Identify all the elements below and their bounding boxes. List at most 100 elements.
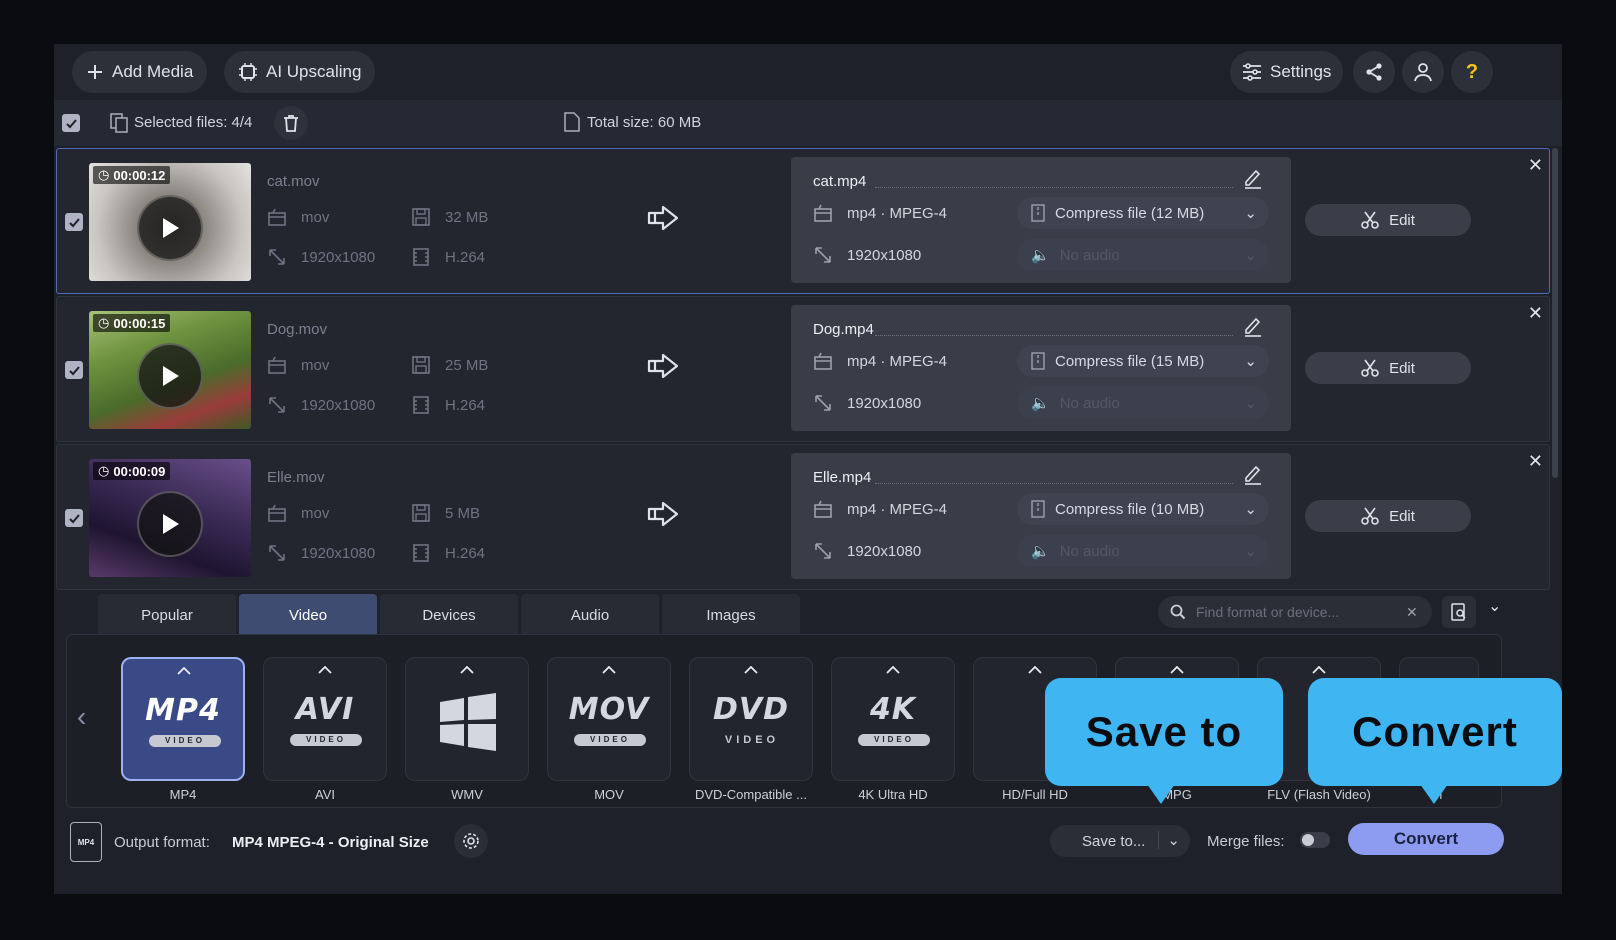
collapse-formats-chevron-icon[interactable]: ⌄ (1488, 596, 1501, 616)
tab-devices[interactable]: Devices (380, 594, 518, 636)
audio-text: No audio (1059, 246, 1120, 264)
help-icon: ? (1465, 60, 1479, 83)
scissors-icon (1361, 507, 1379, 525)
output-settings-card: Elle.mp4 mp4 · MPEG-4 Compress file (10 … (791, 453, 1291, 579)
tab-images[interactable]: Images (662, 594, 800, 636)
file-checkbox[interactable] (65, 509, 83, 527)
rename-pencil-icon[interactable] (1243, 167, 1263, 189)
ai-upscaling-button[interactable]: AI Upscaling (224, 51, 376, 93)
file-row[interactable]: ◷ 00:00:15 Dog.mov mov 25 MB 1920x1080 H.… (56, 296, 1550, 442)
file-row[interactable]: ◷ 00:00:09 Elle.mov mov 5 MB 1920x1080 H.… (56, 444, 1550, 590)
codec-text: H.264 (445, 248, 486, 266)
codec-text: H.264 (445, 396, 486, 414)
callout-convert: Convert (1308, 678, 1562, 804)
video-thumbnail[interactable]: ◷ 00:00:12 (89, 163, 251, 281)
clear-search-icon[interactable]: ✕ (1406, 604, 1418, 621)
compress-dropdown[interactable]: Compress file (10 MB) ⌄ (1017, 493, 1269, 525)
output-format-label: Output format: (114, 834, 210, 851)
output-settings-button[interactable] (454, 824, 488, 858)
play-button[interactable] (137, 343, 203, 409)
output-format-text: mp4 · MPEG-4 (847, 204, 948, 222)
format-search: ✕ (1158, 596, 1432, 628)
format-dvd[interactable]: DVD VIDEO (689, 657, 813, 781)
audio-dropdown: 🔈 No audio ⌄ (1017, 387, 1269, 419)
film-strip-icon (413, 248, 429, 266)
video-thumbnail[interactable]: ◷ 00:00:09 (89, 459, 251, 577)
format-label: WMV (451, 787, 483, 802)
compress-icon (1031, 500, 1045, 518)
format-mp4[interactable]: MP4 VIDEO (121, 657, 245, 781)
source-container: mov (267, 207, 329, 227)
chevron-up-icon (602, 666, 616, 674)
scissors-icon (1361, 211, 1379, 229)
output-format: mp4 · MPEG-4 (813, 351, 947, 371)
output-file-name[interactable]: Elle.mp4 (813, 469, 871, 486)
add-media-label: Add Media (112, 62, 194, 81)
convert-arrow-icon (647, 353, 679, 379)
check-icon (65, 118, 77, 128)
merge-files-label: Merge files: (1207, 833, 1285, 850)
add-media-button[interactable]: Add Media (72, 51, 208, 93)
help-button[interactable]: ? (1451, 51, 1493, 93)
format-mov[interactable]: MOV VIDEO (547, 657, 671, 781)
find-device-button[interactable] (1442, 596, 1476, 628)
source-container: mov (267, 355, 329, 375)
format-label: MP4 (169, 787, 197, 802)
account-button[interactable] (1402, 51, 1444, 93)
name-underline (875, 335, 1233, 336)
format-label: FLV (Flash Video) (1267, 787, 1371, 802)
chevron-down-icon: ⌄ (1244, 543, 1257, 560)
source-codec: H.264 (411, 395, 485, 415)
format-wmv[interactable] (405, 657, 529, 781)
tab-audio[interactable]: Audio (521, 594, 659, 636)
edit-button[interactable]: Edit (1305, 352, 1471, 384)
duration-text: 00:00:12 (113, 167, 166, 183)
tab-popular[interactable]: Popular (98, 594, 236, 636)
edit-button[interactable]: Edit (1305, 500, 1471, 532)
remove-file-close-icon[interactable]: ✕ (1528, 451, 1543, 472)
video-thumbnail[interactable]: ◷ 00:00:15 (89, 311, 251, 429)
chevron-down-icon: ⌄ (1244, 247, 1257, 264)
format-avi[interactable]: AVI VIDEO (263, 657, 387, 781)
file-checkbox[interactable] (65, 213, 83, 231)
play-icon (163, 218, 179, 238)
file-checkbox[interactable] (65, 361, 83, 379)
scroll-left-chevron-icon[interactable]: ‹ (77, 701, 86, 733)
remove-file-close-icon[interactable]: ✕ (1528, 155, 1543, 176)
resize-icon (269, 249, 285, 265)
compress-dropdown[interactable]: Compress file (12 MB) ⌄ (1017, 197, 1269, 229)
format-search-input[interactable] (1196, 604, 1396, 620)
rename-pencil-icon[interactable] (1243, 315, 1263, 337)
audio-text: No audio (1059, 542, 1120, 560)
convert-button[interactable]: Convert (1348, 823, 1504, 855)
delete-selected-button[interactable] (274, 106, 308, 140)
play-button[interactable] (137, 195, 203, 261)
format-4k[interactable]: 4K VIDEO (831, 657, 955, 781)
merge-files-toggle[interactable] (1300, 832, 1330, 848)
output-file-name[interactable]: cat.mp4 (813, 173, 866, 190)
edit-button[interactable]: Edit (1305, 204, 1471, 236)
sliders-icon (1243, 63, 1261, 81)
remove-file-close-icon[interactable]: ✕ (1528, 303, 1543, 324)
total-size: Total size: 60 MB (587, 114, 702, 131)
tab-video[interactable]: Video (239, 594, 377, 636)
select-all-checkbox[interactable] (62, 114, 80, 132)
chevron-down-icon: ⌄ (1244, 501, 1257, 518)
plus-icon (88, 65, 102, 79)
format-logo: AVI (295, 692, 355, 727)
convert-arrow-icon (647, 205, 679, 231)
save-to-button[interactable]: Save to... ⌄ (1050, 825, 1190, 857)
output-resolution: 1920x1080 (813, 541, 921, 561)
trash-icon (284, 115, 298, 132)
format-logo: MOV (568, 692, 650, 727)
share-button[interactable] (1353, 51, 1395, 93)
file-row[interactable]: ◷ 00:00:12 cat.mov mov 32 MB 1920x1080 H.… (56, 148, 1550, 294)
file-list-scrollbar[interactable] (1552, 148, 1558, 478)
rename-pencil-icon[interactable] (1243, 463, 1263, 485)
play-button[interactable] (137, 491, 203, 557)
settings-button[interactable]: Settings (1230, 51, 1344, 93)
compress-dropdown[interactable]: Compress file (15 MB) ⌄ (1017, 345, 1269, 377)
save-to-chevron-down-icon[interactable]: ⌄ (1158, 831, 1180, 849)
output-file-name[interactable]: Dog.mp4 (813, 321, 874, 338)
output-resolution: 1920x1080 (813, 393, 921, 413)
